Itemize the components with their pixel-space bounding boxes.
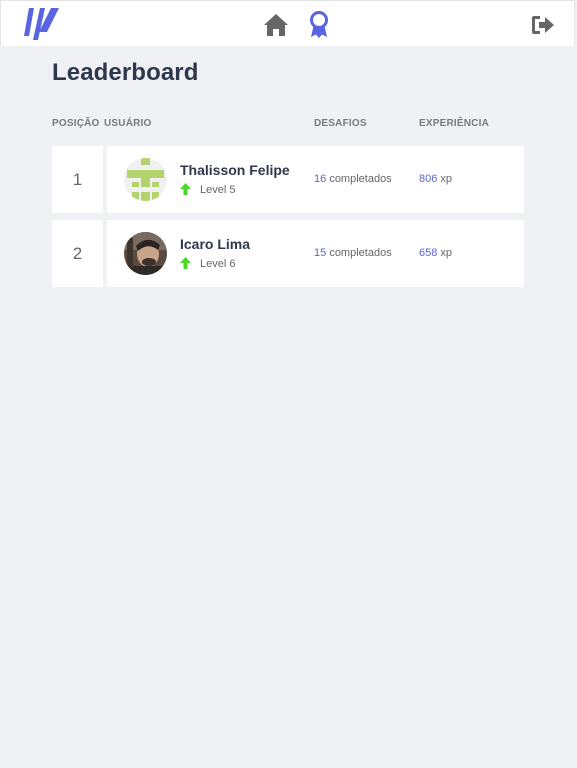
leaderboard-row: 2 Icaro Lima Level 6 15 completados 658 …	[52, 220, 524, 287]
column-header-position: POSIÇÃO	[52, 118, 100, 129]
level-up-arrow-icon	[180, 257, 191, 269]
user-info-cell: Icaro Lima Level 6 15 completados 658 xp	[107, 220, 524, 287]
xp-value: 658	[419, 247, 438, 259]
app-logo[interactable]	[23, 8, 61, 40]
logout-icon[interactable]	[531, 15, 555, 35]
user-level: Level 5	[200, 184, 236, 196]
challenges-completed: 15 completados	[314, 247, 392, 259]
user-info-cell: Thalisson Felipe Level 5 16 completados …	[107, 146, 524, 213]
user-name: Thalisson Felipe	[180, 162, 290, 178]
challenges-suffix: completados	[329, 173, 392, 185]
xp-suffix: xp	[440, 247, 453, 259]
column-header-experience: EXPERIÊNCIA	[419, 118, 489, 129]
challenges-count: 16	[314, 173, 327, 185]
award-icon[interactable]	[309, 11, 329, 39]
level-up-arrow-icon	[180, 183, 191, 195]
challenges-completed: 16 completados	[314, 173, 392, 185]
user-avatar	[124, 158, 167, 201]
leaderboard-row: 1 Thalisson Felipe Level 5 16 completado…	[52, 146, 524, 213]
experience-points: 658 xp	[419, 247, 452, 259]
experience-points: 806 xp	[419, 173, 452, 185]
user-avatar	[124, 232, 167, 275]
rank-cell: 2	[52, 220, 103, 287]
challenges-count: 15	[314, 247, 327, 259]
xp-value: 806	[419, 173, 438, 185]
column-header-user: USUÁRIO	[104, 118, 152, 129]
top-navigation-bar	[0, 0, 575, 46]
column-header-challenges: DESAFIOS	[314, 118, 367, 129]
xp-suffix: xp	[440, 173, 453, 185]
user-level: Level 6	[200, 258, 236, 270]
home-icon[interactable]	[263, 13, 289, 37]
page-title: Leaderboard	[52, 59, 199, 86]
user-name: Icaro Lima	[180, 236, 251, 252]
rank-cell: 1	[52, 146, 103, 213]
challenges-suffix: completados	[329, 247, 392, 259]
